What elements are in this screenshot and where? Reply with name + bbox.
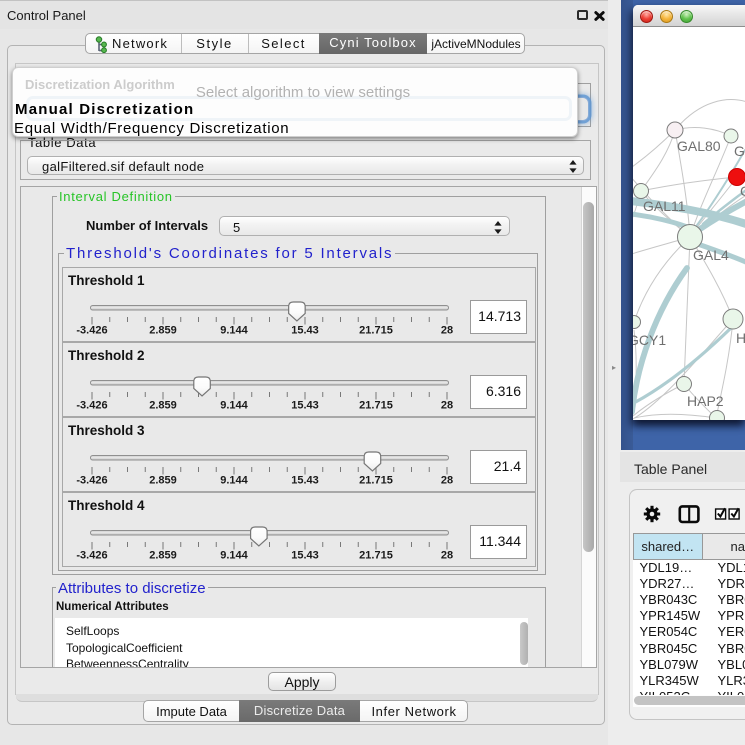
svg-text:9.144: 9.144: [220, 550, 248, 562]
svg-text:2.859: 2.859: [149, 325, 177, 337]
svg-text:Threshold 3: Threshold 3: [68, 423, 145, 438]
svg-text:GCY1: GCY1: [633, 332, 666, 348]
svg-text:-3.426: -3.426: [76, 475, 107, 487]
svg-text:GAL80: GAL80: [677, 138, 721, 154]
svg-text:15.43: 15.43: [291, 475, 319, 487]
svg-text:HAP2: HAP2: [687, 393, 724, 409]
svg-text:28: 28: [441, 475, 453, 487]
svg-text:Threshold 2: Threshold 2: [68, 348, 145, 363]
svg-text:Threshold 1: Threshold 1: [68, 273, 145, 288]
svg-text:GAL4: GAL4: [693, 247, 729, 263]
svg-text:2.859: 2.859: [149, 550, 177, 562]
svg-text:21.715: 21.715: [359, 325, 393, 337]
svg-text:GA: GA: [734, 143, 745, 159]
svg-text:9.144: 9.144: [220, 400, 248, 412]
svg-text:28: 28: [441, 550, 453, 562]
svg-text:GAL11: GAL11: [643, 198, 686, 214]
svg-text:21.715: 21.715: [359, 400, 393, 412]
svg-text:21.715: 21.715: [359, 475, 393, 487]
svg-text:H: H: [736, 330, 745, 346]
svg-text:-3.426: -3.426: [76, 325, 107, 337]
svg-text:9.144: 9.144: [220, 475, 248, 487]
svg-text:15.43: 15.43: [291, 325, 319, 337]
svg-text:Threshold 4: Threshold 4: [68, 498, 145, 513]
svg-text:-3.426: -3.426: [76, 550, 107, 562]
svg-text:28: 28: [441, 325, 453, 337]
svg-text:-3.426: -3.426: [76, 400, 107, 412]
svg-text:C: C: [740, 183, 745, 199]
svg-text:21.715: 21.715: [359, 550, 393, 562]
svg-text:2.859: 2.859: [149, 400, 177, 412]
svg-text:9.144: 9.144: [220, 325, 248, 337]
svg-text:15.43: 15.43: [291, 550, 319, 562]
svg-text:2.859: 2.859: [149, 475, 177, 487]
svg-text:15.43: 15.43: [291, 400, 319, 412]
svg-text:28: 28: [441, 400, 453, 412]
